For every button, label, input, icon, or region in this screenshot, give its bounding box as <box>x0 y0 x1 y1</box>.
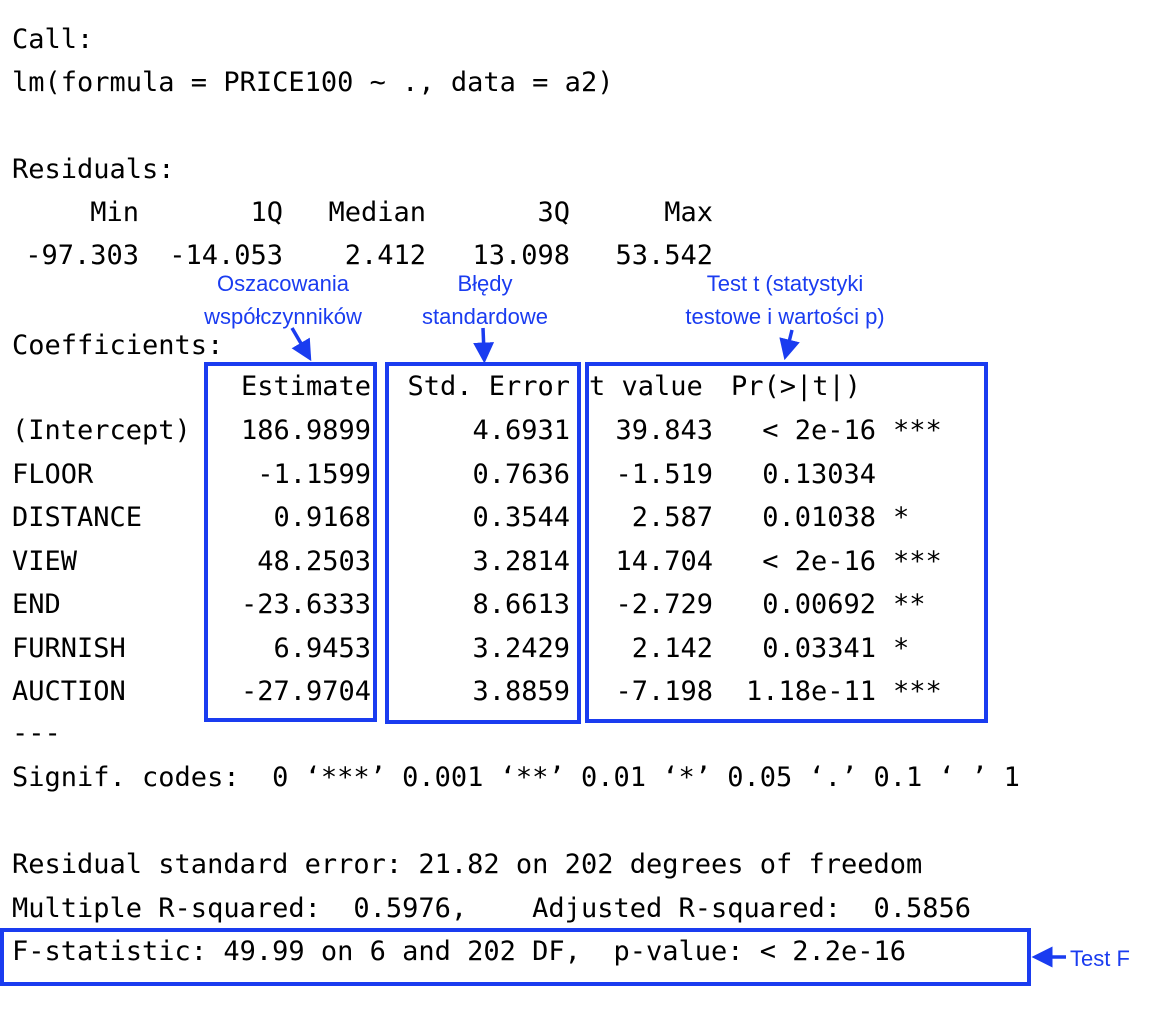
row-name: (Intercept) <box>12 415 191 446</box>
row-name: AUCTION <box>12 676 126 707</box>
row-name: END <box>12 589 61 620</box>
residual-header: Median <box>328 197 426 228</box>
call-formula: lm(formula = PRICE100 ~ ., data = a2) <box>12 67 614 98</box>
f-test-box <box>0 928 1031 986</box>
row-name: FURNISH <box>12 632 126 664</box>
arrow-t-test-icon <box>779 329 800 361</box>
residual-standard-error: Residual standard error: 21.82 on 202 de… <box>12 849 923 880</box>
r-squared: Multiple R-squared: 0.5976, Adjusted R-s… <box>12 893 972 924</box>
row-name: DISTANCE <box>12 502 143 533</box>
residual-values-clip: -97.303 -14.053 2.412 13.098 53.542 <box>0 236 760 266</box>
residual-header: 3Q <box>537 197 570 228</box>
annotation-std-errors: Błędy standardowe <box>422 271 548 329</box>
std-error-column-box <box>385 362 581 724</box>
annotation-t-test: Test t (statystyki testowe i wartości p) <box>685 271 885 329</box>
call-label: Call: <box>12 24 94 55</box>
annotation-f-test: Test F <box>1070 946 1130 971</box>
residual-header: 1Q <box>250 197 283 228</box>
residual-value: 13.098 <box>472 240 570 266</box>
residual-value: 2.412 <box>344 240 426 266</box>
residuals-label: Residuals: <box>12 154 175 185</box>
residual-value: -97.303 <box>25 240 139 266</box>
residual-header: Max <box>664 197 713 228</box>
residual-value: 53.542 <box>615 240 713 266</box>
residual-value: -14.053 <box>169 240 283 266</box>
signif-codes: Signif. codes: 0 ‘***’ 0.001 ‘**’ 0.01 ‘… <box>12 762 1020 793</box>
estimate-column-box <box>204 362 377 722</box>
coefficients-label: Coefficients: <box>12 330 224 361</box>
annotation-estimates: Oszacowania współczynników <box>204 271 362 329</box>
residual-header: Min <box>90 197 139 228</box>
t-test-column-box <box>585 362 988 723</box>
separator: --- <box>12 718 61 749</box>
row-name: FLOOR <box>12 458 94 490</box>
row-name: VIEW <box>12 545 78 577</box>
